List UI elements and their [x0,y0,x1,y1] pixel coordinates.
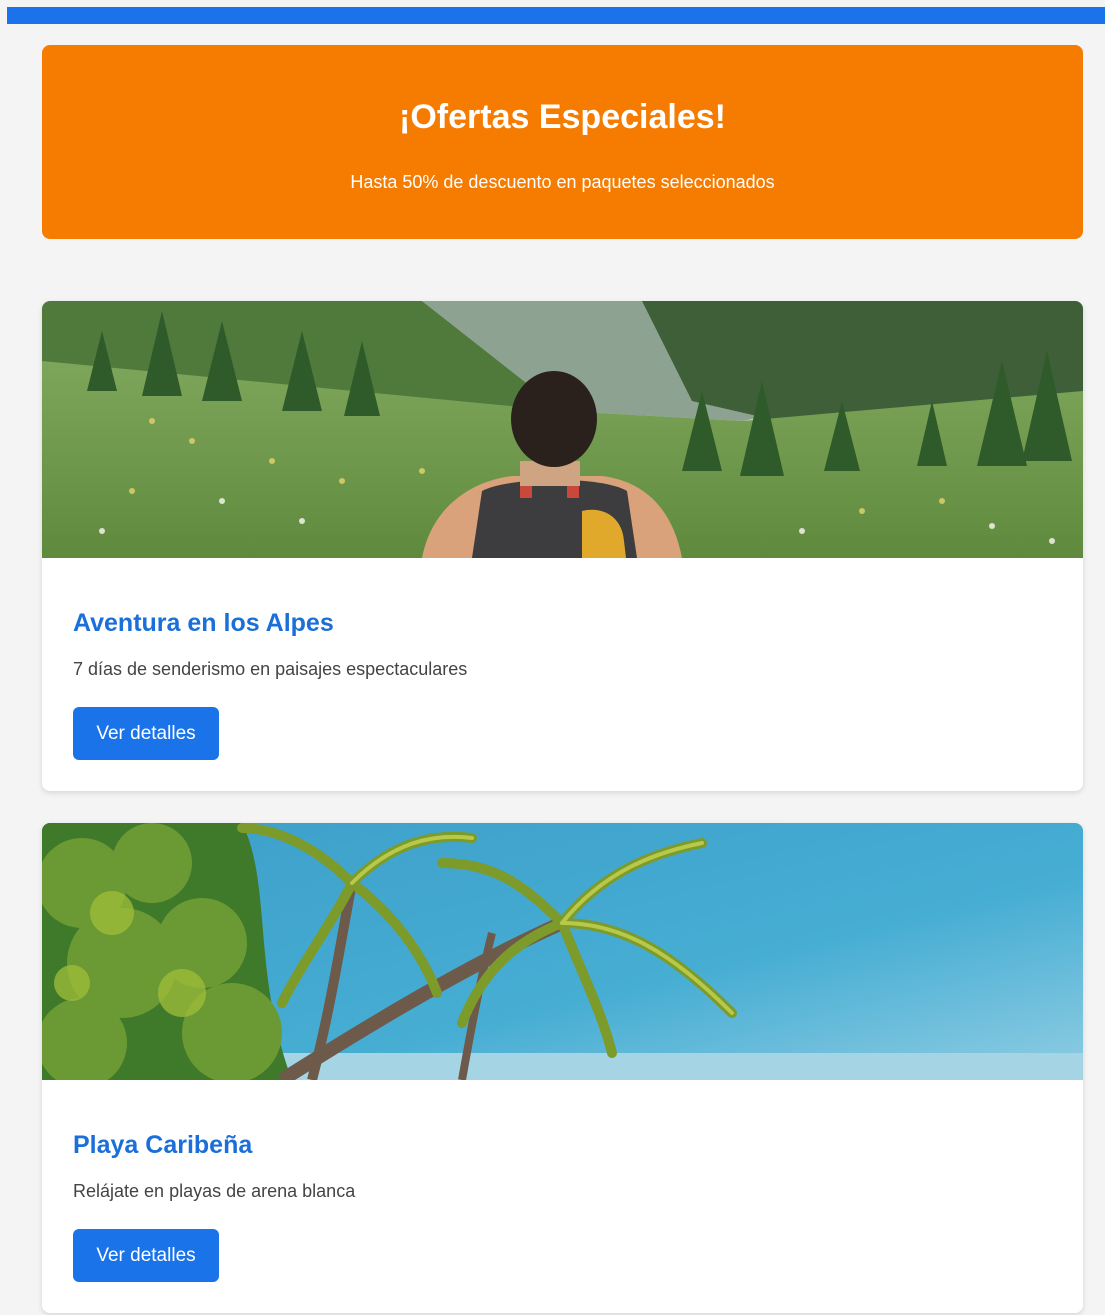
package-card-alps: Aventura en los Alpes 7 días de senderis… [42,301,1083,791]
card-title: Playa Caribeña [73,1131,253,1159]
card-description: Relájate en playas de arena blanca [73,1181,356,1201]
card-title: Aventura en los Alpes [73,609,334,637]
promo-banner: ¡Ofertas Especiales! Hasta 50% de descue… [42,45,1083,239]
promo-subtitle: Hasta 50% de descuento en paquetes selec… [350,172,775,192]
palm-beach-image [42,823,1083,1080]
view-details-button[interactable]: Ver detalles [73,707,219,760]
package-card-caribbean: Playa Caribeña Relájate en playas de are… [42,823,1083,1313]
view-details-button[interactable]: Ver detalles [73,1229,219,1282]
promo-title: ¡Ofertas Especiales! [399,98,726,136]
mountain-hiker-image [42,301,1083,558]
card-description: 7 días de senderismo en paisajes especta… [73,659,468,679]
top-accent-bar [7,7,1105,24]
